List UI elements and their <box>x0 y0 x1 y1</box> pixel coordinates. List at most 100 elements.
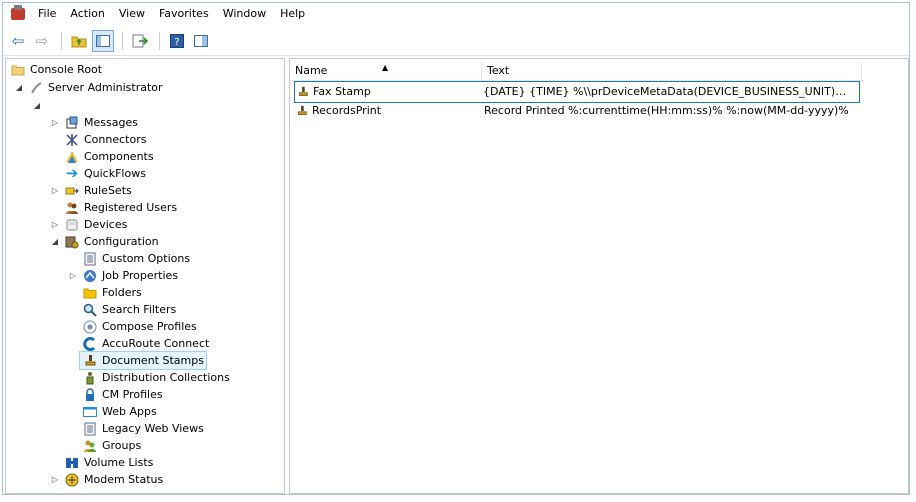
tree-item-rulesets[interactable]: ▷ RuleSets <box>50 182 132 199</box>
folder-icon <box>82 285 98 301</box>
tree-item-quickflows[interactable]: ➔ QuickFlows <box>64 165 146 182</box>
column-header-label: Name <box>295 64 328 77</box>
collapsed-chevron-icon[interactable]: ▷ <box>68 267 78 284</box>
tree-label: RuleSets <box>84 184 132 197</box>
column-header-label: Text <box>487 64 510 77</box>
forward-arrow-icon[interactable]: ⇨ <box>31 30 53 52</box>
console-tree-pane[interactable]: Console Root ◢ Server Administrator ◢ ▷ … <box>5 58 285 494</box>
tree-item-groups[interactable]: Groups <box>82 437 141 454</box>
tree-label: Configuration <box>84 235 159 248</box>
tree-item-web-apps[interactable]: Web Apps <box>82 403 157 420</box>
groups-icon <box>82 438 98 454</box>
menu-action[interactable]: Action <box>63 3 111 25</box>
tree-label: Web Apps <box>102 405 157 418</box>
devices-icon <box>64 217 80 233</box>
tree-item-connectors[interactable]: Connectors <box>64 131 146 148</box>
tree-item-registered-users[interactable]: Registered Users <box>64 199 177 216</box>
column-header-name[interactable]: Name ▲ <box>290 62 482 80</box>
tree-label: CM Profiles <box>102 388 163 401</box>
tree-item-volume-lists[interactable]: Volume Lists <box>64 454 153 471</box>
tree-label: AccuRoute Connect <box>102 337 210 350</box>
tree-item-custom-options[interactable]: Custom Options <box>82 250 190 267</box>
tree-item-configuration[interactable]: ◢ Configuration <box>50 233 159 250</box>
collapsed-chevron-icon[interactable]: ▷ <box>50 471 60 488</box>
configuration-icon <box>64 234 80 250</box>
menu-bar: File Action View Favorites Window Help <box>3 3 909 25</box>
menu-view[interactable]: View <box>112 3 152 25</box>
toolbar-separator <box>159 32 160 50</box>
tree-item-folders[interactable]: Folders <box>82 284 142 301</box>
tree-item-accuroute-connect[interactable]: AccuRoute Connect <box>82 335 209 352</box>
distribution-collections-icon <box>82 370 98 386</box>
tree-label: Job Properties <box>102 269 179 282</box>
collapsed-chevron-icon[interactable]: ▷ <box>50 114 60 131</box>
expanded-chevron-icon[interactable]: ◢ <box>50 233 60 250</box>
menu-favorites[interactable]: Favorites <box>152 3 216 25</box>
expanded-chevron-icon[interactable]: ◢ <box>32 97 42 114</box>
expanded-chevron-icon[interactable]: ◢ <box>14 79 24 96</box>
list-row-fax-stamp[interactable]: Fax Stamp {DATE} {TIME} %\\prDeviceMetaD… <box>294 81 860 103</box>
menu-help[interactable]: Help <box>273 3 312 25</box>
tree-item-document-stamps[interactable]: Document Stamps <box>79 351 207 370</box>
list-cell-text: Record Printed %:currenttime(HH:mm:ss)% … <box>484 104 849 117</box>
tree-label: Volume Lists <box>84 456 154 469</box>
list-item-name: Fax Stamp <box>313 85 371 98</box>
toolbar: ⇦ ⇨ ? <box>3 27 909 56</box>
messages-icon <box>64 115 80 131</box>
tree-label: Compose Profiles <box>102 320 197 333</box>
tree-label: Components <box>84 150 154 163</box>
export-list-icon[interactable] <box>129 30 151 52</box>
app-icon[interactable] <box>11 5 25 20</box>
tree-item-legacy-web-views[interactable]: Legacy Web Views <box>82 420 204 437</box>
stamp-icon <box>295 84 311 100</box>
list-row-recordsprint[interactable]: RecordsPrint Record Printed %:currenttim… <box>294 102 858 119</box>
collapsed-chevron-icon[interactable]: ▷ <box>50 216 60 233</box>
tree-item-console-root[interactable]: Console Root <box>10 61 102 78</box>
show-hide-tree-icon[interactable] <box>92 30 114 52</box>
help-icon[interactable]: ? <box>166 30 188 52</box>
tree-item-modem-status[interactable]: ▷ Modem Status <box>50 471 163 488</box>
tree-item-messages[interactable]: ▷ Messages <box>50 114 138 131</box>
tree-label: Groups <box>102 439 142 452</box>
lock-icon <box>82 387 98 403</box>
tree-item-devices[interactable]: ▷ Devices <box>50 216 127 233</box>
tree-item-unnamed[interactable]: ◢ <box>32 97 46 114</box>
components-icon <box>64 149 80 165</box>
users-icon <box>64 200 80 216</box>
back-arrow-icon[interactable]: ⇦ <box>7 30 29 52</box>
tree-item-server-administrator[interactable]: ◢ Server Administrator <box>14 79 163 96</box>
tree-label-selected: Document Stamps <box>79 351 207 370</box>
compose-profiles-icon <box>82 319 98 335</box>
svg-text:?: ? <box>174 37 179 48</box>
tree-item-compose-profiles[interactable]: Compose Profiles <box>82 318 197 335</box>
folder-up-icon[interactable] <box>68 30 90 52</box>
tree-label: Registered Users <box>84 201 178 214</box>
volume-lists-icon <box>64 455 80 471</box>
tree-item-cm-profiles[interactable]: CM Profiles <box>82 386 163 403</box>
tree-label: Devices <box>84 218 128 231</box>
tree-label: Search Filters <box>102 303 177 316</box>
tree-item-job-properties[interactable]: ▷ Job Properties <box>68 267 178 284</box>
toolbar-separator <box>122 32 123 50</box>
toolbar-separator <box>61 32 62 50</box>
connectors-icon <box>64 132 80 148</box>
tree-label: Folders <box>102 286 142 299</box>
properties-pane-icon[interactable] <box>190 30 212 52</box>
collapsed-chevron-icon[interactable]: ▷ <box>50 182 60 199</box>
menu-window[interactable]: Window <box>216 3 273 25</box>
results-list-pane[interactable]: Name ▲ Text Fax Stamp {DATE} {TIME} %\\p… <box>289 58 909 494</box>
snap-in-icon <box>28 80 44 96</box>
mmc-window: File Action View Favorites Window Help ⇦… <box>2 2 910 495</box>
stamp-icon <box>82 353 98 369</box>
tree-item-components[interactable]: Components <box>64 148 154 165</box>
tree-item-distribution-collections[interactable]: Distribution Collections <box>82 369 230 386</box>
column-header-text[interactable]: Text <box>482 62 862 80</box>
tree-label: Modem Status <box>84 473 164 486</box>
arrow-right-icon: ➔ <box>65 164 79 182</box>
menu-file[interactable]: File <box>31 3 63 25</box>
tree-label: Messages <box>84 116 138 129</box>
tree-item-search-filters[interactable]: Search Filters <box>82 301 176 318</box>
tree-label-text: Document Stamps <box>102 354 204 367</box>
custom-options-icon <box>82 251 98 267</box>
list-cell-text: {DATE} {TIME} %\\prDeviceMetaData(DEVICE… <box>483 85 855 98</box>
